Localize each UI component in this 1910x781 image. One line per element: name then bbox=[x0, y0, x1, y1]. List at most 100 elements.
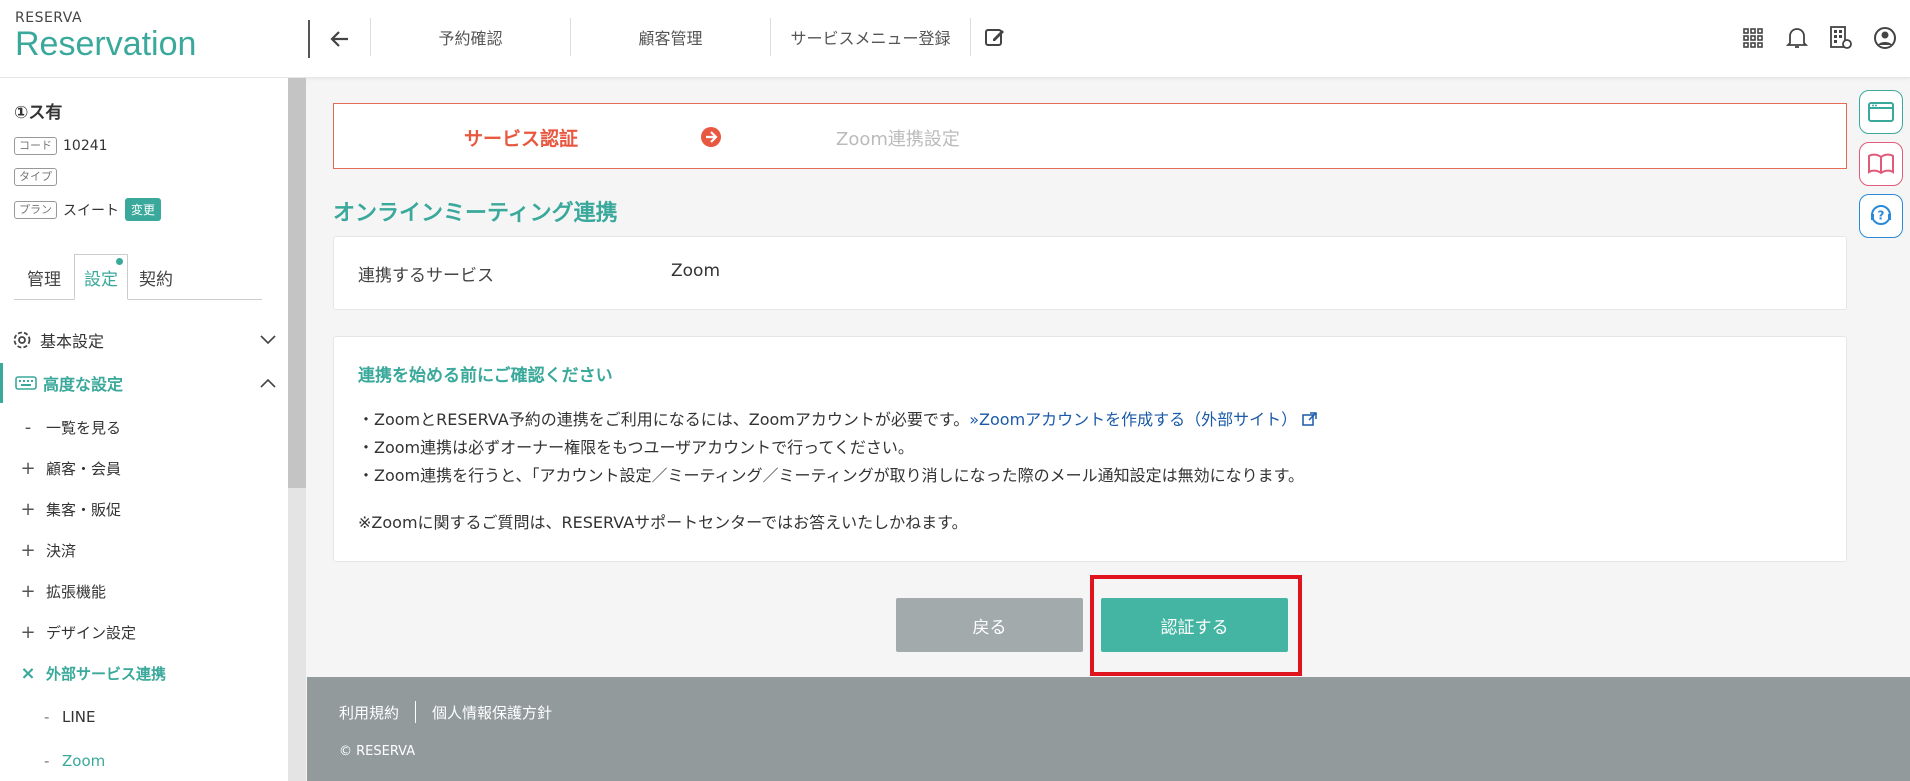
edit-button[interactable] bbox=[970, 18, 1018, 56]
notice-line-4: ※Zoomに関するご質問は、RESERVAサポートセンターではお答えいたしかねま… bbox=[358, 513, 968, 532]
sidebar-sub-label: 顧客・会員 bbox=[46, 459, 122, 478]
grid-menu-button[interactable] bbox=[1738, 22, 1768, 54]
sidebar-sub-design[interactable]: + デザイン設定 bbox=[0, 614, 288, 650]
bell-icon bbox=[1786, 28, 1808, 48]
sidebar-subsub-zoom[interactable]: - Zoom bbox=[0, 743, 288, 779]
sidebar-sub-extensions[interactable]: + 拡張機能 bbox=[0, 573, 288, 609]
chevron-down-icon bbox=[260, 335, 276, 345]
gear-icon bbox=[13, 331, 31, 349]
keyboard-icon bbox=[15, 376, 37, 390]
sidebar-sub-list[interactable]: - 一覧を見る bbox=[0, 409, 288, 445]
close-icon: × bbox=[20, 662, 36, 684]
tab-settings-label: 設定 bbox=[84, 269, 118, 290]
notification-button[interactable] bbox=[1782, 22, 1812, 54]
tab-settings[interactable]: 設定 bbox=[74, 254, 128, 300]
arrow-right-circle-icon bbox=[701, 127, 721, 147]
plus-icon: + bbox=[20, 457, 36, 479]
step-service-auth: サービス認証 bbox=[464, 128, 579, 150]
notice-line-3: ・Zoom連携を行うと、「アカウント設定／ミーティング／ミーティングが取り消しに… bbox=[358, 466, 1304, 485]
plan-value: スイート bbox=[63, 202, 119, 219]
dash-icon: - bbox=[44, 752, 50, 770]
header-icons bbox=[1738, 22, 1900, 54]
building-settings-button[interactable] bbox=[1826, 22, 1856, 54]
user-circle-icon bbox=[1874, 27, 1896, 49]
plan-tag: プラン bbox=[14, 200, 57, 219]
notice-heading: 連携を始める前にご確認ください bbox=[358, 366, 613, 386]
nav-reservation-check[interactable]: 予約確認 bbox=[370, 18, 570, 56]
tab-contract[interactable]: 契約 bbox=[128, 254, 184, 300]
right-side-icons: ? bbox=[1859, 90, 1903, 246]
sidebar-tabs: 管理 設定 契約 bbox=[14, 254, 262, 300]
type-row: タイプ bbox=[14, 168, 57, 186]
sidebar-sub-label: デザイン設定 bbox=[46, 623, 137, 642]
sidebar-subsub-label: Zoom bbox=[62, 752, 106, 770]
sidebar-item-advanced-settings[interactable]: 高度な設定 bbox=[0, 363, 288, 403]
arrow-left-icon bbox=[330, 31, 348, 47]
sidebar-item-basic-settings[interactable]: 基本設定 bbox=[0, 320, 288, 360]
notice-line-1-text: ・ZoomとRESERVA予約の連携をご利用になるには、Zoomアカウントが必要… bbox=[358, 410, 970, 429]
code-row: コード 10241 bbox=[14, 137, 108, 155]
browser-window-button[interactable] bbox=[1859, 90, 1903, 134]
logo[interactable]: RESERVA Reservation bbox=[15, 10, 196, 62]
external-link-icon bbox=[1302, 412, 1318, 426]
sidebar-item-label: 基本設定 bbox=[40, 332, 105, 351]
plus-icon: + bbox=[20, 498, 36, 520]
sidebar-subsub-label: LINE bbox=[62, 708, 96, 726]
back-arrow-button[interactable] bbox=[308, 20, 370, 58]
type-tag: タイプ bbox=[14, 168, 57, 186]
notice-card: 連携を始める前にご確認ください ・ZoomとRESERVA予約の連携をご利用にな… bbox=[333, 336, 1847, 562]
nav-service-menu[interactable]: サービスメニュー登録 bbox=[770, 18, 970, 56]
sidebar-sub-label: 決済 bbox=[46, 541, 77, 560]
nav-customer-management[interactable]: 顧客管理 bbox=[570, 18, 770, 56]
copyright: © RESERVA bbox=[339, 744, 416, 759]
page-title: オンラインミーティング連携 bbox=[333, 201, 618, 226]
step-zoom-settings: Zoom連携設定 bbox=[836, 129, 960, 150]
code-value: 10241 bbox=[63, 138, 108, 154]
tab-manage[interactable]: 管理 bbox=[14, 254, 74, 300]
help-support-button[interactable]: ? bbox=[1859, 194, 1903, 238]
notice-line-2: ・Zoom連携は必ずオーナー権限をもつユーザアカウントで行ってください。 bbox=[358, 438, 914, 457]
authenticate-button[interactable]: 認証する bbox=[1101, 598, 1288, 652]
account-button[interactable] bbox=[1870, 22, 1900, 54]
book-icon bbox=[1868, 153, 1894, 175]
browser-icon bbox=[1868, 102, 1894, 122]
logo-big-text: Reservation bbox=[15, 25, 197, 63]
sidebar-sub-label: 外部サービス連携 bbox=[46, 664, 167, 683]
code-tag: コード bbox=[14, 137, 57, 155]
terms-link[interactable]: 利用規約 bbox=[339, 702, 399, 723]
plus-icon: + bbox=[20, 621, 36, 643]
plus-icon: + bbox=[20, 580, 36, 602]
service-value: Zoom bbox=[671, 261, 721, 281]
chevron-up-icon bbox=[260, 378, 276, 388]
sidebar-sub-external-services[interactable]: × 外部サービス連携 bbox=[0, 655, 288, 691]
service-card: 連携するサービス Zoom bbox=[333, 236, 1847, 310]
plan-row: プラン スイート 変更 bbox=[14, 198, 162, 221]
tab-indicator-dot bbox=[116, 258, 123, 265]
sidebar-sub-label: 拡張機能 bbox=[46, 582, 107, 601]
privacy-link[interactable]: 個人情報保護方針 bbox=[432, 702, 552, 723]
top-nav: 予約確認 顧客管理 サービスメニュー登録 bbox=[370, 18, 1018, 56]
top-header: RESERVA Reservation 予約確認 顧客管理 サービスメニュー登録 bbox=[0, 0, 1910, 78]
sidebar-subsub-line[interactable]: - LINE bbox=[0, 699, 288, 735]
plan-change-button[interactable]: 変更 bbox=[125, 198, 162, 221]
back-button[interactable]: 戻る bbox=[896, 598, 1083, 652]
sidebar-sub-payment[interactable]: + 決済 bbox=[0, 532, 288, 568]
logo-small-text: RESERVA bbox=[15, 10, 83, 26]
svg-text:?: ? bbox=[1878, 209, 1885, 223]
zoom-signup-link[interactable]: »Zoomアカウントを作成する（外部サイト） bbox=[969, 410, 1318, 429]
footer: 利用規約 個人情報保護方針 © RESERVA bbox=[307, 677, 1910, 781]
sidebar-sub-label: 一覧を見る bbox=[46, 418, 122, 437]
sidebar-item-label: 高度な設定 bbox=[43, 375, 124, 394]
headset-help-icon: ? bbox=[1871, 205, 1891, 225]
sidebar-scrollbar-thumb[interactable] bbox=[288, 78, 306, 488]
sidebar-sub-label: 集客・販促 bbox=[46, 500, 122, 519]
edit-icon bbox=[984, 29, 1004, 46]
zoom-signup-link-text: »Zoomアカウントを作成する（外部サイト） bbox=[969, 410, 1298, 429]
manual-button[interactable] bbox=[1859, 142, 1903, 186]
shop-name: ①ス有 bbox=[14, 103, 63, 123]
sidebar-sub-customers[interactable]: + 顧客・会員 bbox=[0, 450, 288, 486]
plus-icon: + bbox=[20, 539, 36, 561]
sidebar-sub-marketing[interactable]: + 集客・販促 bbox=[0, 491, 288, 527]
step-indicator: サービス認証 Zoom連携設定 bbox=[333, 103, 1847, 169]
dash-icon: - bbox=[44, 708, 50, 726]
